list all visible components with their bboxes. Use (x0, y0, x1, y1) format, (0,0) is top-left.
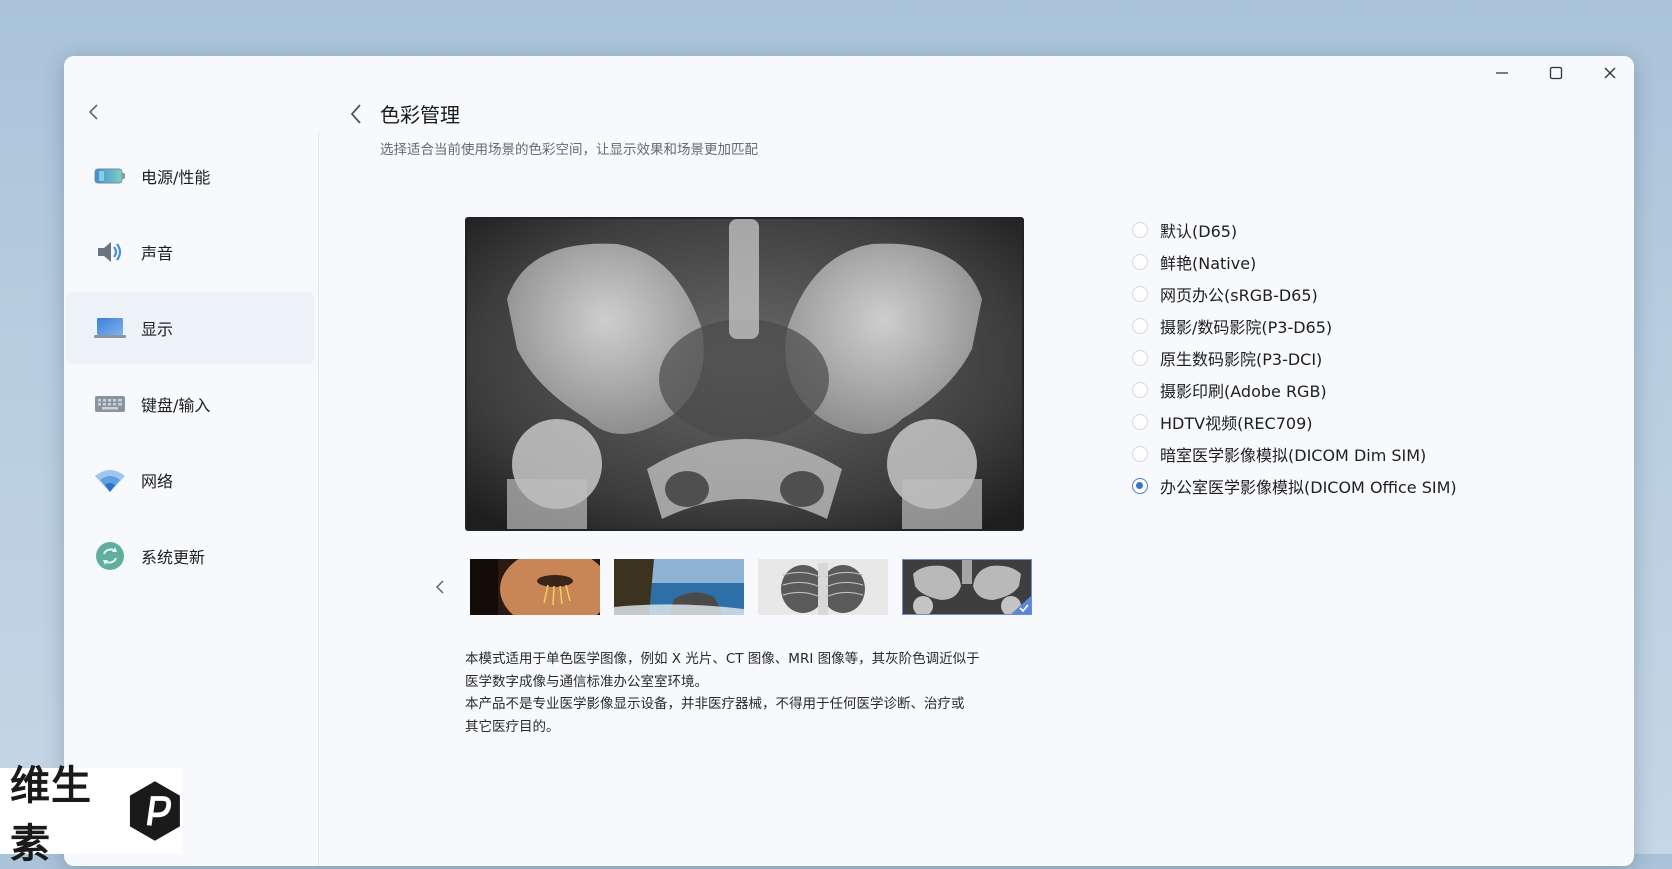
color-mode-p3-d65[interactable]: 摄影/数码影院(P3-D65) (1132, 310, 1457, 342)
sidebar-item-label: 网络 (141, 472, 174, 491)
thumbnail-chest-xray[interactable] (758, 559, 888, 615)
option-label: 办公室医学影像模拟(DICOM Office SIM) (1160, 478, 1457, 497)
close-button[interactable] (1586, 56, 1634, 90)
option-label: 摄影印刷(Adobe RGB) (1160, 382, 1327, 401)
update-icon (93, 539, 127, 573)
p-logo-icon (130, 781, 181, 841)
option-label: 原生数码影院(P3-DCI) (1160, 350, 1323, 369)
page-back-button[interactable] (344, 101, 368, 127)
description-line: 本模式适用于单色医学图像，例如 X 光片、CT 图像、MRI 图像等，其灰阶色调… (465, 651, 980, 667)
color-mode-rec709[interactable]: HDTV视频(REC709) (1132, 406, 1457, 438)
sidebar-item-label: 系统更新 (141, 548, 206, 567)
color-mode-p3-dci[interactable]: 原生数码影院(P3-DCI) (1132, 342, 1457, 374)
color-mode-default-d65[interactable]: 默认(D65) (1132, 214, 1457, 246)
color-mode-adobe-rgb[interactable]: 摄影印刷(Adobe RGB) (1132, 374, 1457, 406)
color-mode-native[interactable]: 鲜艳(Native) (1132, 246, 1457, 278)
speaker-icon (93, 235, 127, 269)
main-content: 色彩管理 选择适合当前使用场景的色彩空间，让显示效果和场景更加匹配 本模式适用于… (318, 90, 1634, 866)
color-mode-dicom-office[interactable]: 办公室医学影像模拟(DICOM Office SIM) (1132, 470, 1457, 502)
thumbnail-pelvis-xray[interactable] (902, 559, 1032, 615)
radio-button[interactable] (1132, 382, 1148, 398)
color-mode-dicom-dim[interactable]: 暗室医学影像模拟(DICOM Dim SIM) (1132, 438, 1457, 470)
close-icon (1604, 67, 1616, 79)
radio-button-checked[interactable] (1132, 478, 1148, 494)
minimize-button[interactable] (1478, 56, 1526, 90)
description-line: 本产品不是专业医学影像显示设备，并非医疗器械，不得用于任何医学诊断、治疗或 (465, 696, 965, 712)
page-subtitle: 选择适合当前使用场景的色彩空间，让显示效果和场景更加匹配 (380, 142, 758, 158)
radio-button[interactable] (1132, 414, 1148, 430)
sidebar-back-button[interactable] (82, 100, 106, 124)
sidebar-item-label: 显示 (141, 320, 174, 339)
page-title: 色彩管理 (380, 103, 460, 127)
radio-button[interactable] (1132, 222, 1148, 238)
option-label: 鲜艳(Native) (1160, 254, 1257, 273)
settings-window: 电源/性能 声音 显示 键盘/输入 网络 系统更新 色彩管理 选择适合当前使用场… (64, 56, 1634, 866)
chevron-left-icon (435, 580, 444, 594)
sidebar-nav: 电源/性能 声音 显示 键盘/输入 网络 系统更新 (66, 140, 314, 596)
selected-check-icon (1011, 596, 1031, 614)
keyboard-icon (93, 387, 127, 421)
preview-image (465, 217, 1024, 531)
color-mode-srgb[interactable]: 网页办公(sRGB-D65) (1132, 278, 1457, 310)
description-line: 医学数字成像与通信标准办公室室环境。 (465, 673, 708, 690)
radio-button[interactable] (1132, 350, 1148, 366)
maximize-icon (1549, 66, 1563, 80)
option-label: 默认(D65) (1160, 222, 1238, 241)
chevron-left-icon (350, 104, 361, 124)
description-line: 其它医疗目的。 (465, 718, 560, 735)
sidebar: 电源/性能 声音 显示 键盘/输入 网络 系统更新 (64, 90, 318, 866)
watermark-logo: 维生素 (0, 763, 182, 867)
wifi-icon (93, 463, 127, 497)
sidebar-item-system-update[interactable]: 系统更新 (66, 520, 314, 592)
mode-description: 本模式适用于单色医学图像，例如 X 光片、CT 图像、MRI 图像等，其灰阶色调… (465, 648, 1025, 738)
sidebar-item-label: 声音 (141, 244, 174, 263)
option-label: 摄影/数码影院(P3-D65) (1160, 318, 1333, 337)
sidebar-item-network[interactable]: 网络 (66, 444, 314, 516)
option-label: HDTV视频(REC709) (1160, 414, 1313, 433)
laptop-display-icon (93, 311, 127, 345)
thumbnail-strip (430, 557, 1032, 617)
pelvis-xray-image (467, 219, 1022, 529)
option-label: 网页办公(sRGB-D65) (1160, 286, 1318, 305)
thumbnail-prev-button[interactable] (430, 575, 450, 599)
battery-icon (93, 159, 127, 193)
thumbnail-face-portrait[interactable] (470, 559, 600, 615)
sidebar-item-power[interactable]: 电源/性能 (66, 140, 314, 212)
minimize-icon (1496, 72, 1508, 74)
chevron-left-icon (88, 104, 98, 120)
sidebar-item-label: 电源/性能 (141, 168, 211, 187)
option-label: 暗室医学影像模拟(DICOM Dim SIM) (1160, 446, 1427, 465)
sidebar-item-label: 键盘/输入 (141, 396, 211, 415)
title-bar (64, 56, 1634, 90)
sidebar-item-sound[interactable]: 声音 (66, 216, 314, 288)
radio-button[interactable] (1132, 446, 1148, 462)
radio-button[interactable] (1132, 254, 1148, 270)
radio-button[interactable] (1132, 286, 1148, 302)
watermark-text: 维生素 (10, 763, 92, 867)
sidebar-item-display[interactable]: 显示 (66, 292, 314, 364)
color-mode-radio-group: 默认(D65) 鲜艳(Native) 网页办公(sRGB-D65) 摄影/数码影… (1132, 214, 1457, 502)
sidebar-item-keyboard[interactable]: 键盘/输入 (66, 368, 314, 440)
maximize-button[interactable] (1532, 56, 1580, 90)
radio-button[interactable] (1132, 318, 1148, 334)
thumbnail-coastal-landscape[interactable] (614, 559, 744, 615)
